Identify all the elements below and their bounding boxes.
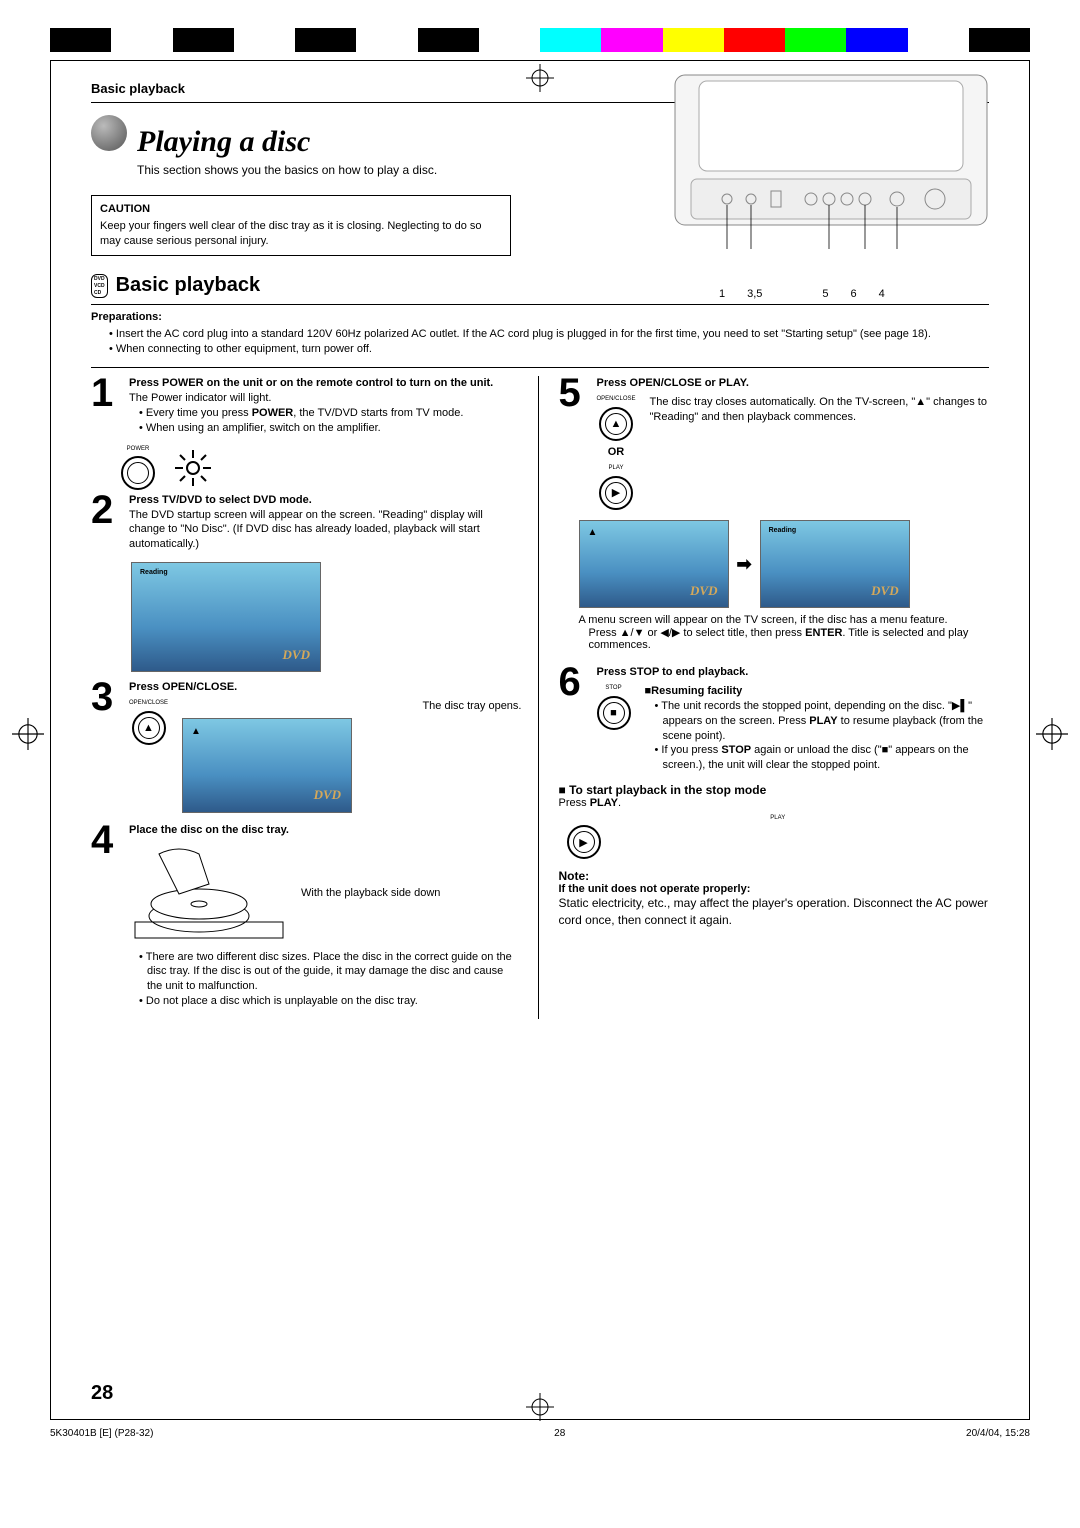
openclose-button-icon: ▲ [599,407,633,441]
step-lead: Press TV/DVD to select DVD mode. [129,494,312,506]
step-lead: Press POWER on the unit or on the remote… [129,377,493,389]
step5-thumbs: ▲ DVD ➡ Reading DVD [579,520,990,608]
screen-thumb-reading-small: Reading DVD [760,520,910,608]
power-button-icon [121,456,155,490]
note-block: Note: If the unit does not operate prope… [559,869,990,929]
step1-icons: POWER [121,446,522,493]
callout-1: 1 [719,288,725,300]
step-number: 1 [91,376,121,435]
disc-type-labels: DVD VCD CD [91,274,108,298]
power-button-label: POWER [121,446,155,452]
screen-thumb-eject: ▲ DVD [182,718,352,813]
caution-body: Keep your fingers well clear of the disc… [100,220,482,247]
step-text: The disc tray opens. [182,699,521,714]
stop-button-label: STOP [597,684,631,692]
page-number: 28 [91,1382,113,1405]
step-lead: Place the disc on the disc tray. [129,824,289,836]
callout-2: 3,5 [747,288,762,300]
or-label: OR [597,445,636,460]
openclose-button-label: OPEN/CLOSE [129,699,168,707]
registration-mark-right [1036,718,1068,750]
step-3: 3 Press OPEN/CLOSE. OPEN/CLOSE ▲ The dis… [91,680,522,813]
left-column: 1 Press POWER on the unit or on the remo… [91,376,539,1019]
play-button-icon: ▶ [567,825,601,859]
callout-5: 4 [879,288,885,300]
footer-right: 20/4/04, 15:28 [966,1428,1030,1439]
step-6: 6 Press STOP to end playback. STOP ■ ■Re… [559,665,990,773]
page-frame: Basic playback 1 3,5 5 [50,60,1030,1420]
step-lead: Press OPEN/CLOSE. [129,681,237,693]
footer-center: 28 [554,1428,565,1439]
note-body: Static electricity, etc., may affect the… [559,895,990,929]
callout-3: 5 [822,288,828,300]
openclose-button-label: OPEN/CLOSE [597,395,636,403]
step-5: 5 Press OPEN/CLOSE or PLAY. OPEN/CLOSE ▲… [559,376,990,510]
step-number: 6 [559,665,589,773]
stop-button-icon: ■ [597,696,631,730]
step4-caption: With the playback side down [301,886,440,901]
device-illustration: 1 3,5 5 6 4 [671,71,991,281]
step-number: 2 [91,493,121,552]
step-number: 4 [91,823,121,1009]
preparations-heading: Preparations: [91,304,989,323]
openclose-button-icon: ▲ [132,711,166,745]
step-number: 3 [91,680,121,813]
footer-left: 5K30401B [E] (P28-32) [50,1428,153,1439]
prep-item: When connecting to other equipment, turn… [109,342,989,357]
indicator-light-icon [173,448,213,491]
resume-heading: Resuming facility [651,685,742,697]
callout-4: 6 [851,288,857,300]
step-bullet: When using an amplifier, switch on the a… [139,421,522,436]
step-text: The Power indicator will light. [129,392,271,404]
step-number: 5 [559,376,589,510]
subheading: To start playback in the stop mode [559,783,990,797]
step-text: The DVD startup screen will appear on th… [129,509,483,551]
step-text: The disc tray closes automatically. On t… [650,395,989,510]
step-2: 2 Press TV/DVD to select DVD mode. The D… [91,493,522,552]
prep-item: Insert the AC cord plug into a standard … [109,327,989,342]
preparations-list: Insert the AC cord plug into a standard … [109,327,989,358]
registration-mark-bottom [526,1393,554,1421]
page-title: Playing a disc [137,125,310,159]
step-bullet: Do not place a disc which is unplayable … [139,994,522,1009]
step-1: 1 Press POWER on the unit or on the remo… [91,376,522,435]
arrow-right-icon: ➡ [737,554,752,575]
registration-mark-left [12,718,44,750]
play-button-label: PLAY [567,815,990,821]
section-heading: Basic playback [116,274,261,297]
disc-badge-icon [91,115,127,151]
caution-box: CAUTION Keep your fingers well clear of … [91,195,511,256]
print-footer: 5K30401B [E] (P28-32) 28 20/4/04, 15:28 [50,1428,1030,1439]
start-in-stop-mode: To start playback in the stop mode Press… [559,783,990,859]
step-4: 4 Place the disc on the disc tray. With … [91,823,522,1009]
print-color-bar [50,28,1030,52]
screen-thumb-reading: Reading DVD [131,562,321,672]
step-lead: Press STOP to end playback. [597,666,749,678]
note-heading: Note: [559,869,990,883]
screen-thumb-eject-small: ▲ DVD [579,520,729,608]
step-lead: Press OPEN/CLOSE or PLAY. [597,377,749,389]
device-callouts: 1 3,5 5 6 4 [719,288,991,300]
note-subheading: If the unit does not operate properly: [559,883,990,895]
step-bullet: A menu screen will appear on the TV scre… [579,614,990,626]
header-section: Basic playback [91,81,185,96]
right-column: 5 Press OPEN/CLOSE or PLAY. OPEN/CLOSE ▲… [559,376,990,1019]
play-button-icon: ▶ [599,476,633,510]
disc-tray-illustration [129,844,289,944]
play-button-label: PLAY [597,464,636,472]
caution-heading: CAUTION [100,202,502,217]
step-bullet: There are two different disc sizes. Plac… [139,950,522,995]
